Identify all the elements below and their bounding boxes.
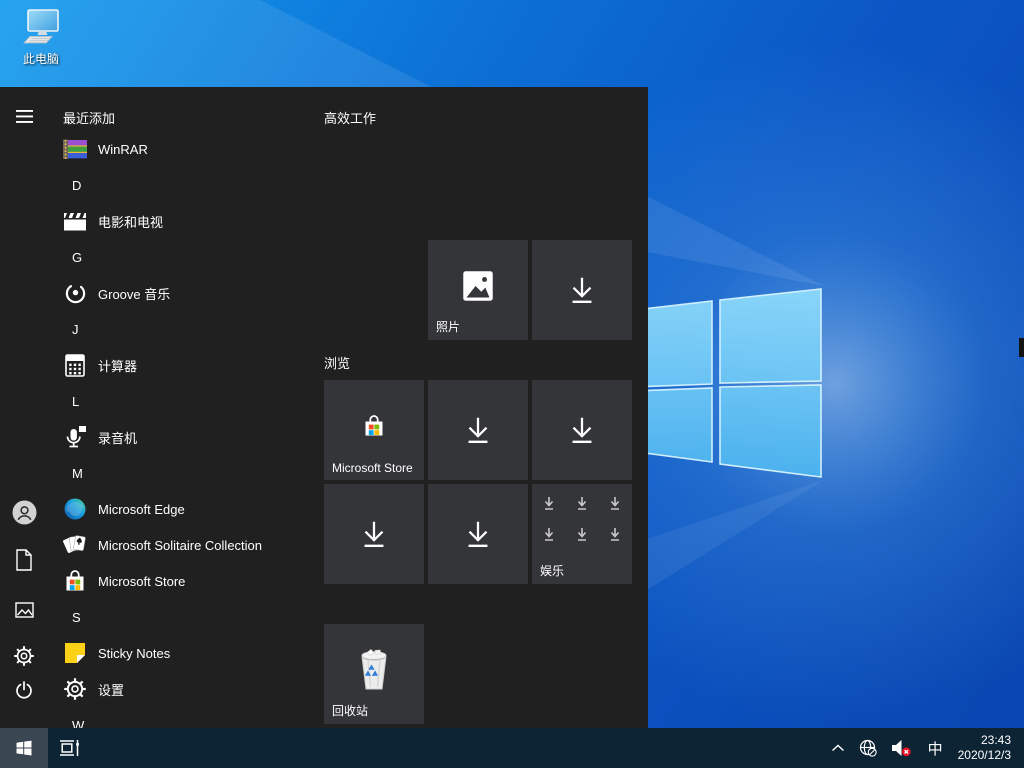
app-section-letter[interactable]: D [60,167,322,203]
recycle-bin-icon [354,648,394,692]
app-list-item[interactable]: WinRAR [60,131,322,167]
documents-icon[interactable] [0,540,48,580]
hamburger-icon[interactable] [0,96,48,136]
store-icon [362,414,386,438]
edge-icon [63,497,87,521]
app-label: 设置 [98,680,124,699]
app-label: Microsoft Store [98,574,185,589]
app-list-item[interactable]: Groove 音乐 [60,275,322,311]
tile-label: 娱乐 [540,562,564,579]
app-list-item[interactable]: Microsoft Solitaire Collection [60,527,322,563]
app-list-item[interactable]: Sticky Notes [60,635,322,671]
download-arrow-icon [461,413,495,447]
app-section-letter[interactable]: S [60,599,322,635]
start-menu-rail [0,87,48,728]
pictures-icon[interactable] [0,590,48,630]
photos-icon [460,268,496,304]
app-section-letter[interactable]: M [60,455,322,491]
download-arrow-icon [565,413,599,447]
clipped-edge-element [1019,338,1024,357]
tile-Microsoft Store[interactable]: Microsoft Store [324,380,424,480]
tile-pending-download[interactable] [532,240,632,340]
app-list-item[interactable]: 录音机 [60,419,322,455]
app-list-item[interactable]: 电影和电视 [60,203,322,239]
download-arrow-icon [357,517,391,551]
download-arrow-icon [461,517,495,551]
app-label: Microsoft Solitaire Collection [98,538,262,553]
app-section-letter[interactable]: L [60,383,322,419]
task-view-button[interactable] [48,728,92,768]
tile-label: Microsoft Store [332,461,413,475]
app-list-item[interactable]: Microsoft Edge [60,491,322,527]
desktop-icon-this-pc[interactable]: 此电脑 [10,8,72,67]
system-tray: 中 23:43 2020/12/3 [824,728,1024,768]
tile-回收站[interactable]: 回收站 [324,624,424,724]
solitaire-icon [63,533,87,557]
taskbar-clock[interactable]: 23:43 2020/12/3 [952,728,1024,768]
app-label: G [72,250,82,265]
volume-muted-icon[interactable] [884,728,919,768]
app-section-letter[interactable]: G [60,239,322,275]
power-icon[interactable] [0,670,48,710]
start-button[interactable] [0,728,48,768]
desktop-icon-label: 此电脑 [10,50,72,67]
tile-pending-download[interactable] [428,380,528,480]
network-no-internet-icon[interactable] [852,728,884,768]
app-list-item[interactable]: 设置 [60,671,322,707]
tile-label: 照片 [436,318,460,335]
app-list-item[interactable]: 计算器 [60,347,322,383]
app-label: J [72,322,79,337]
app-label: M [72,466,83,481]
taskbar: 中 23:43 2020/12/3 [0,728,1024,768]
tile-label: 回收站 [332,702,368,719]
tile-group-title[interactable]: 浏览 [324,353,350,372]
user-icon[interactable] [0,492,48,532]
store-icon [63,569,87,593]
movies-tv-icon [63,209,87,233]
taskbar-spacer [92,728,824,768]
tile-group-title[interactable]: 高效工作 [324,108,376,127]
tray-chevron-up-icon[interactable] [824,728,852,768]
app-label: 计算器 [98,356,137,375]
tile-area: 高效工作照片浏览 Microsoft Store 娱乐回收站 [324,87,640,728]
calculator-icon [63,353,87,377]
clock-date: 2020/12/3 [958,748,1011,763]
tile-pending-download[interactable] [324,484,424,584]
app-label: Groove 音乐 [98,284,170,303]
settings-icon [63,677,87,701]
tile-pending-download[interactable] [532,380,632,480]
task-view-icon [59,739,81,757]
app-label: L [72,394,79,409]
windows-start-icon [15,739,33,757]
app-label: WinRAR [98,142,148,157]
app-section-letter[interactable]: W [60,707,322,728]
download-arrow-icon [565,273,599,307]
app-list-item[interactable]: Microsoft Store [60,563,322,599]
app-label: 录音机 [98,428,137,447]
app-label: 电影和电视 [98,212,163,231]
app-list: WinRAR D 电影和电视 G Groove 音乐 J 计算器 L 录音机 M Microsoft… [60,131,322,728]
screen: 此电脑 [0,0,1024,768]
tile-pending-download[interactable] [428,484,528,584]
ime-indicator[interactable]: 中 [919,728,952,768]
start-menu: 最近添加 WinRAR D 电影和电视 G Groove 音乐 J 计算器 L 录音机 M Micr… [0,87,648,728]
tile-娱乐[interactable]: 娱乐 [532,484,632,584]
tile-照片[interactable]: 照片 [428,240,528,340]
clock-time: 23:43 [981,733,1011,748]
recent-added-header: 最近添加 [63,108,115,127]
app-label: Sticky Notes [98,646,170,661]
app-label: S [72,610,81,625]
app-label: W [72,718,84,729]
app-label: Microsoft Edge [98,502,185,517]
sticky-notes-icon [63,641,87,665]
winrar-icon [63,137,87,161]
app-label: D [72,178,81,193]
app-section-letter[interactable]: J [60,311,322,347]
voice-recorder-icon [63,425,87,449]
groove-icon [63,281,87,305]
this-pc-icon [19,8,63,48]
